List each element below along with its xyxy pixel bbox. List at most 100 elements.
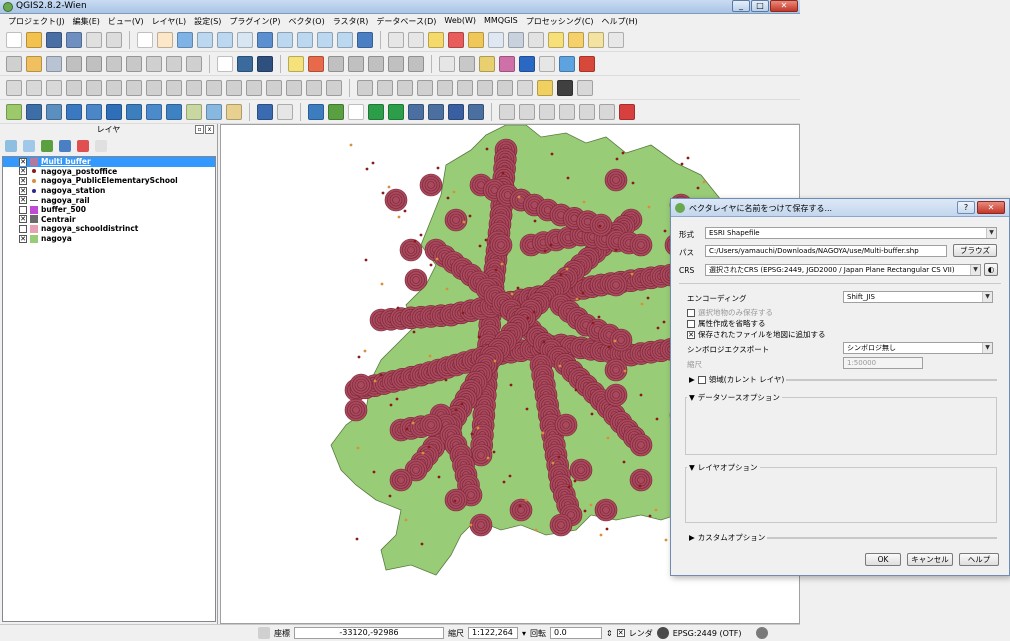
layer-options-header[interactable]: ▼ レイヤオプション bbox=[687, 462, 760, 473]
add-oracle-icon[interactable] bbox=[106, 103, 122, 120]
menu-vector[interactable]: ベクタ(O) bbox=[285, 14, 329, 28]
menu-layer[interactable]: レイヤ(L) bbox=[148, 14, 190, 28]
change-label-icon[interactable] bbox=[408, 55, 424, 72]
symbology-select[interactable]: シンボロジ無し ▼ bbox=[843, 342, 993, 354]
menu-help[interactable]: ヘルプ(H) bbox=[598, 14, 642, 28]
rotate-feature-icon[interactable] bbox=[66, 79, 82, 96]
menu-project[interactable]: プロジェクト(J) bbox=[4, 14, 69, 28]
road-graph-icon[interactable] bbox=[468, 103, 484, 120]
increase-contrast-icon[interactable] bbox=[477, 79, 493, 96]
zoom-full-icon[interactable] bbox=[257, 31, 273, 48]
float-panel-icon[interactable]: ▫ bbox=[195, 125, 204, 134]
delete-selected-icon[interactable] bbox=[126, 55, 142, 72]
add-mssql-icon[interactable] bbox=[86, 103, 102, 120]
advanced-digitize-icon[interactable] bbox=[6, 79, 22, 96]
new-bookmark-icon[interactable] bbox=[588, 31, 604, 48]
menu-mmqgis[interactable]: MMQGIS bbox=[480, 14, 522, 28]
pin-labels-icon[interactable] bbox=[328, 55, 344, 72]
dialog-scale-field[interactable]: 1:50000 bbox=[843, 357, 923, 369]
custom-options-header[interactable]: ▶ カスタムオプション bbox=[687, 532, 768, 543]
python-plugin-icon[interactable] bbox=[579, 55, 595, 72]
bookmark-icon[interactable] bbox=[568, 31, 584, 48]
rotate-point-icon[interactable] bbox=[326, 79, 342, 96]
label-abc-icon[interactable] bbox=[288, 55, 304, 72]
raster-histogram-icon[interactable] bbox=[357, 79, 373, 96]
render-checkbox[interactable]: ✕ bbox=[616, 629, 625, 637]
db-manager-icon[interactable] bbox=[408, 103, 424, 120]
dialog-help-icon[interactable]: ? bbox=[957, 201, 975, 214]
menu-edit[interactable]: 編集(E) bbox=[69, 14, 104, 28]
layer-options-collapse-icon[interactable]: ▼ bbox=[689, 463, 695, 472]
collapse-all-icon[interactable] bbox=[77, 140, 89, 152]
add-layer-icon[interactable] bbox=[237, 55, 253, 72]
ok-button[interactable]: OK bbox=[865, 553, 901, 566]
select-features-icon[interactable] bbox=[428, 31, 444, 48]
new-spatialite-icon[interactable] bbox=[226, 103, 242, 120]
crs-status[interactable]: EPSG:2449 (OTF) bbox=[673, 629, 742, 638]
graphical-modeler-icon[interactable] bbox=[559, 55, 575, 72]
layer-visibility-checkbox[interactable]: ✕ bbox=[19, 167, 27, 176]
export-icon[interactable] bbox=[368, 103, 384, 120]
new-shapefile-icon[interactable] bbox=[206, 103, 222, 120]
close-panel-icon[interactable]: x bbox=[205, 125, 214, 134]
add-wcs-icon[interactable] bbox=[146, 103, 162, 120]
layer-visibility-checkbox[interactable]: ✕ bbox=[19, 234, 27, 243]
fill-ring-icon[interactable] bbox=[146, 79, 162, 96]
scale-field[interactable]: 1:122,264 bbox=[468, 627, 518, 639]
zoom-out-icon[interactable] bbox=[217, 31, 233, 48]
increase-brightness-icon[interactable] bbox=[437, 79, 453, 96]
raster-merge-icon[interactable] bbox=[559, 103, 575, 120]
crs-selector-icon[interactable]: ◐ bbox=[984, 263, 998, 276]
dialog-close-button[interactable]: ✕ bbox=[977, 201, 1005, 214]
merge-features-icon[interactable] bbox=[286, 79, 302, 96]
delete-ring-icon[interactable] bbox=[166, 79, 182, 96]
layer-item[interactable]: ✕ nagoya bbox=[3, 234, 215, 244]
menu-processing[interactable]: プロセッシング(C) bbox=[522, 14, 598, 28]
add-wms-icon[interactable] bbox=[126, 103, 142, 120]
layer-visibility-checkbox[interactable] bbox=[19, 224, 27, 233]
select-expression-icon[interactable] bbox=[468, 31, 484, 48]
attribute-table-icon[interactable] bbox=[488, 31, 504, 48]
add-raster-layer-icon[interactable] bbox=[26, 103, 42, 120]
copy-features-icon[interactable] bbox=[166, 55, 182, 72]
save-as-icon[interactable] bbox=[66, 31, 82, 48]
menu-plugins[interactable]: プラグイン(P) bbox=[225, 14, 284, 28]
merge-attributes-icon[interactable] bbox=[306, 79, 322, 96]
touch-icon[interactable] bbox=[137, 31, 153, 48]
add-delimited-text-icon[interactable] bbox=[186, 103, 202, 120]
redo-icon[interactable] bbox=[46, 79, 62, 96]
zoom-layer-icon[interactable] bbox=[297, 31, 313, 48]
custom-options-expand-icon[interactable]: ▶ bbox=[689, 533, 695, 542]
text-annotation-icon[interactable] bbox=[608, 31, 624, 48]
add-feature-icon[interactable] bbox=[66, 55, 82, 72]
add-part-icon[interactable] bbox=[126, 79, 142, 96]
action-icon[interactable] bbox=[408, 31, 424, 48]
layer-item[interactable]: nagoya_schooldistrinct bbox=[3, 224, 215, 234]
skip-attr-checkbox[interactable] bbox=[687, 319, 695, 328]
measure-icon[interactable] bbox=[528, 31, 544, 48]
rotation-field[interactable]: 0.0 bbox=[550, 627, 603, 639]
label-settings-icon[interactable] bbox=[308, 55, 324, 72]
plugin-grid-icon[interactable] bbox=[328, 103, 344, 120]
raster-clip-icon[interactable] bbox=[539, 103, 555, 120]
add-group-icon[interactable] bbox=[23, 140, 35, 152]
composer-manager-icon[interactable] bbox=[106, 31, 122, 48]
encoding-select[interactable]: Shift_JIS ▼ bbox=[843, 291, 993, 303]
coordinate-field[interactable]: -33120,-92986 bbox=[294, 627, 444, 639]
georeferencer-icon[interactable] bbox=[459, 55, 475, 72]
scale-dropdown-icon[interactable]: ▾ bbox=[522, 629, 526, 638]
save-project-icon[interactable] bbox=[46, 31, 62, 48]
split-parts-icon[interactable] bbox=[266, 79, 282, 96]
add-postgis-icon[interactable] bbox=[46, 103, 62, 120]
layer-item[interactable]: ✕ nagoya_PublicElementarySchool bbox=[3, 176, 215, 186]
vector-filter-icon[interactable] bbox=[499, 55, 515, 72]
minimize-button[interactable]: _ bbox=[732, 0, 750, 12]
pan-hand-icon[interactable] bbox=[157, 31, 173, 48]
layer-item[interactable]: ✕ nagoya_station bbox=[3, 186, 215, 196]
split-features-icon[interactable] bbox=[246, 79, 262, 96]
import-icon[interactable] bbox=[388, 103, 404, 120]
move-label-icon[interactable] bbox=[368, 55, 384, 72]
layer-item[interactable]: ✕ nagoya_postoffice bbox=[3, 167, 215, 177]
layer-item[interactable]: ✕ Centrair bbox=[3, 215, 215, 225]
save-edits-icon[interactable] bbox=[46, 55, 62, 72]
